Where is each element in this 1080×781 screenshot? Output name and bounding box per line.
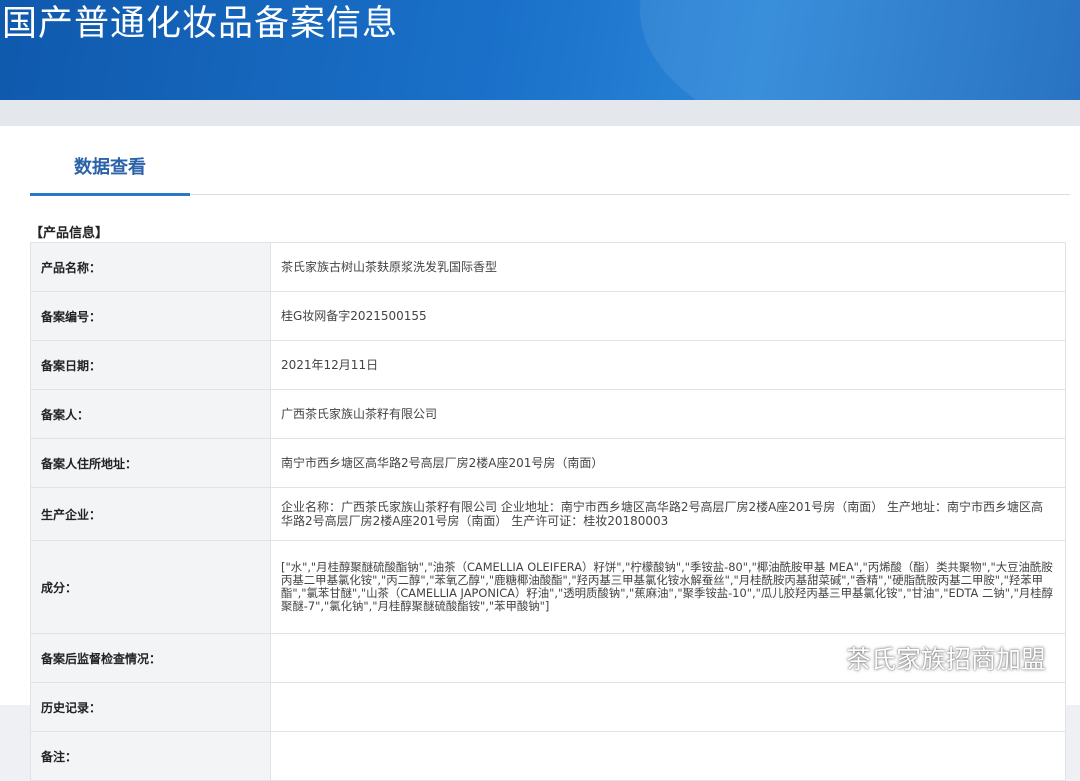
field-value: 桂G妆网备字2021500155 xyxy=(270,291,1066,341)
field-label: 备案日期： xyxy=(30,340,271,390)
field-value: 茶氏家族古树山茶麸原浆洗发乳国际香型 xyxy=(270,242,1066,292)
watermark-text: 茶氏家族招商加盟 xyxy=(845,645,1046,674)
field-label: 生产企业： xyxy=(30,487,271,541)
tab-data-view[interactable]: 数据查看 xyxy=(30,150,190,196)
table-row: 成分： ["水","月桂醇聚醚硫酸酯钠","油茶（CAMELLIA OLEIFE… xyxy=(30,540,1066,634)
field-value: 广西茶氏家族山茶籽有限公司 xyxy=(270,389,1066,439)
table-row: 产品名称： 茶氏家族古树山茶麸原浆洗发乳国际香型 xyxy=(30,242,1066,292)
watermark: 茶氏家族招商加盟 xyxy=(806,640,1046,676)
field-label: 备注： xyxy=(30,731,271,781)
table-row: 备案人住所地址： 南宁市西乡塘区高华路2号高层厂房2楼A座201号房（南面） xyxy=(30,438,1066,488)
wechat-icon xyxy=(806,645,838,670)
section-title-product-info: 【产品信息】 xyxy=(30,226,109,241)
table-row: 备注： xyxy=(30,731,1066,781)
product-info-table: 产品名称： 茶氏家族古树山茶麸原浆洗发乳国际香型 备案编号： 桂G妆网备字202… xyxy=(30,242,1066,781)
field-value: 2021年12月11日 xyxy=(270,340,1066,390)
field-value: 企业名称：广西茶氏家族山茶籽有限公司 企业地址：南宁市西乡塘区高华路2号高层厂房… xyxy=(270,487,1066,541)
table-row: 生产企业： 企业名称：广西茶氏家族山茶籽有限公司 企业地址：南宁市西乡塘区高华路… xyxy=(30,487,1066,541)
field-label: 历史记录： xyxy=(30,682,271,732)
field-label: 成分： xyxy=(30,540,271,634)
field-value xyxy=(270,682,1066,732)
table-row: 备案编号： 桂G妆网备字2021500155 xyxy=(30,291,1066,341)
field-label: 备案人住所地址： xyxy=(30,438,271,488)
tab-underline xyxy=(190,194,1070,195)
field-label: 备案人： xyxy=(30,389,271,439)
field-value: ["水","月桂醇聚醚硫酸酯钠","油茶（CAMELLIA OLEIFERA）籽… xyxy=(270,540,1066,634)
header-divider-band xyxy=(0,100,1080,126)
field-value xyxy=(270,731,1066,781)
table-row: 历史记录： xyxy=(30,682,1066,732)
field-label: 备案后监督检查情况： xyxy=(30,633,271,683)
tab-label: 数据查看 xyxy=(74,157,146,178)
header-banner: 国产普通化妆品备案信息 xyxy=(0,0,1080,100)
table-row: 备案日期： 2021年12月11日 xyxy=(30,340,1066,390)
field-label: 产品名称： xyxy=(30,242,271,292)
page-title: 国产普通化妆品备案信息 xyxy=(2,4,399,44)
field-label: 备案编号： xyxy=(30,291,271,341)
table-row: 备案人： 广西茶氏家族山茶籽有限公司 xyxy=(30,389,1066,439)
field-value: 南宁市西乡塘区高华路2号高层厂房2楼A座201号房（南面） xyxy=(270,438,1066,488)
